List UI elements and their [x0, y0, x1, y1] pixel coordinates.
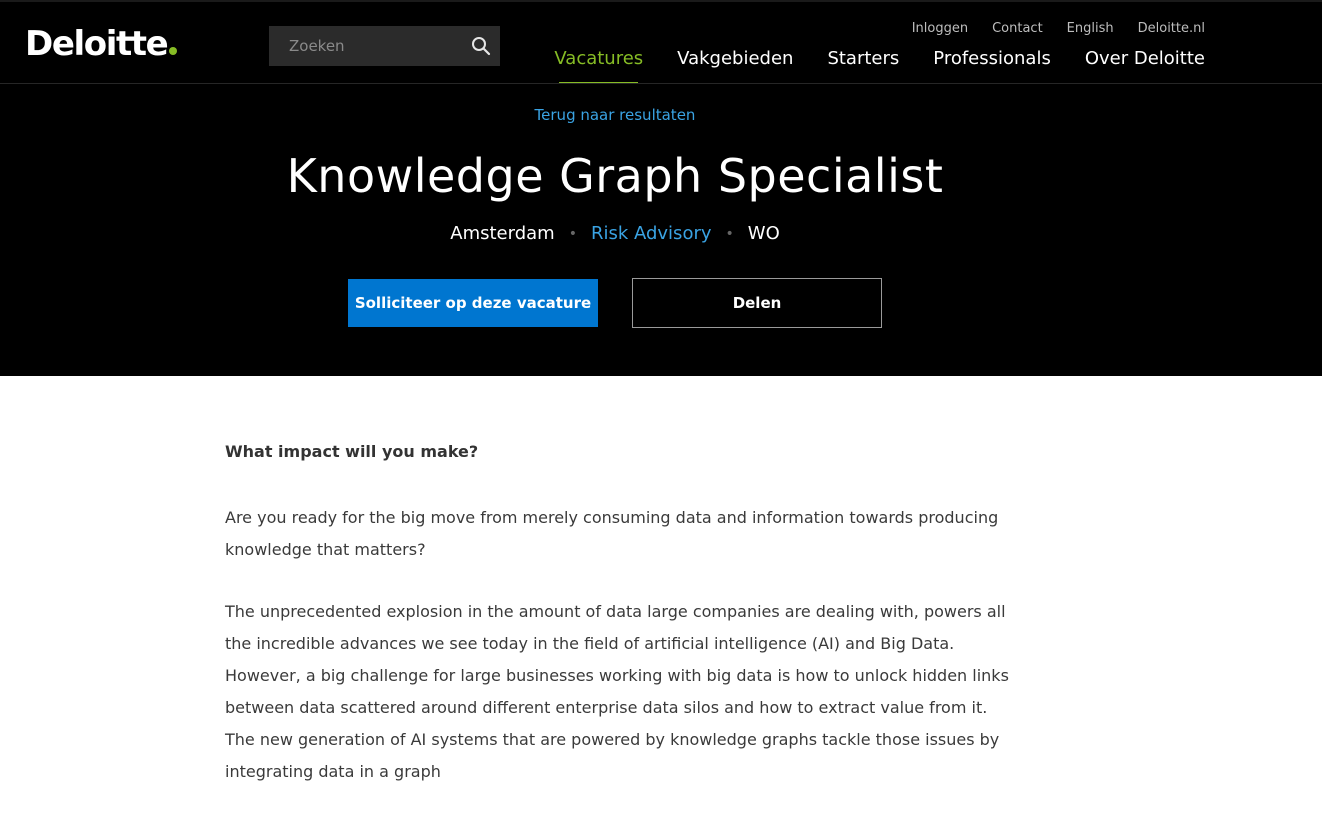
nav-item-vakgebieden[interactable]: Vakgebieden: [677, 46, 793, 72]
nav-item-starters[interactable]: Starters: [827, 46, 899, 72]
nav-item-over-deloitte[interactable]: Over Deloitte: [1085, 46, 1205, 72]
logo-dot-icon: [169, 47, 178, 55]
apply-button[interactable]: Solliciteer op deze vacature: [348, 279, 598, 327]
job-title: Knowledge Graph Specialist: [286, 149, 944, 203]
utility-nav: Inloggen Contact English Deloitte.nl: [912, 20, 1205, 38]
job-description: What impact will you make? Are you ready…: [225, 440, 1010, 818]
util-link-english[interactable]: English: [1067, 20, 1114, 38]
description-paragraph: The unprecedented explosion in the amoun…: [225, 602, 1009, 781]
deloitte-logo[interactable]: Deloitte: [25, 24, 178, 64]
share-button[interactable]: Delen: [632, 278, 882, 328]
nav-item-vacatures[interactable]: Vacatures: [554, 46, 643, 83]
search-input[interactable]: [269, 26, 459, 66]
site-header: Deloitte Inloggen Contact English Deloit…: [0, 4, 1322, 84]
meta-separator: •: [725, 226, 734, 242]
job-meta: Amsterdam • Risk Advisory • WO: [0, 222, 1230, 246]
hero-section: Deloitte Inloggen Contact English Deloit…: [0, 0, 1322, 376]
meta-separator: •: [568, 226, 577, 242]
job-education-level: WO: [747, 223, 780, 244]
search-box: [269, 26, 500, 66]
logo-text: Deloitte: [25, 24, 169, 64]
nav-item-professionals[interactable]: Professionals: [933, 46, 1051, 72]
search-icon[interactable]: [470, 35, 492, 57]
section-heading: What impact will you make?: [225, 442, 479, 461]
job-area-link[interactable]: Risk Advisory: [591, 222, 712, 246]
util-link-contact[interactable]: Contact: [992, 20, 1043, 38]
job-location: Amsterdam: [450, 223, 555, 244]
back-to-results-link[interactable]: Terug naar resultaten: [0, 106, 1230, 124]
util-link-deloitte-nl[interactable]: Deloitte.nl: [1138, 20, 1205, 38]
util-link-inloggen[interactable]: Inloggen: [912, 20, 968, 38]
description-paragraph: Are you ready for the big move from mere…: [225, 508, 999, 559]
main-nav: Vacatures Vakgebieden Starters Professio…: [554, 46, 1205, 83]
